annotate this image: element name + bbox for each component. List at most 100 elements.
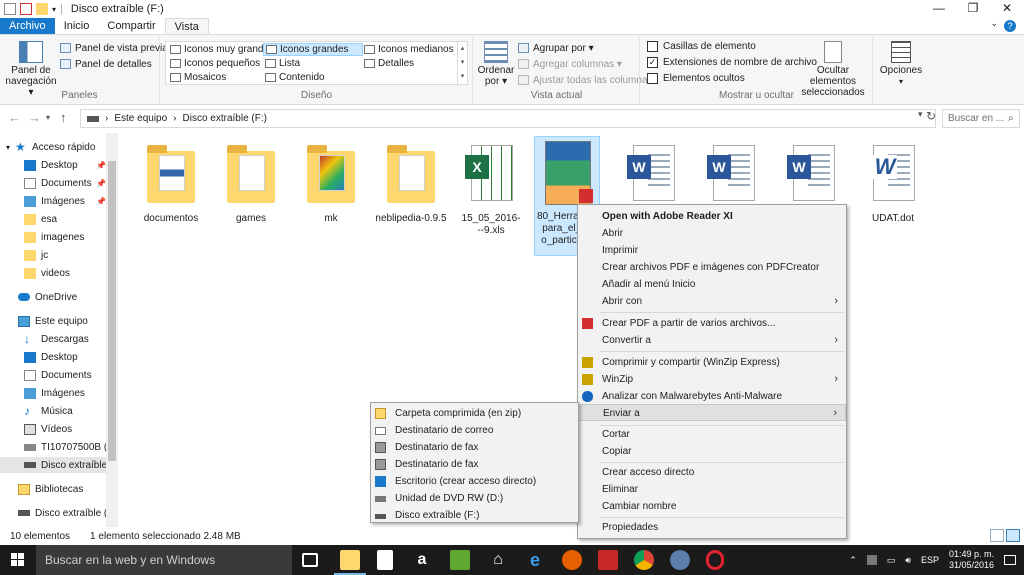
menu-cut[interactable]: Cortar <box>578 426 846 443</box>
firefox-icon[interactable] <box>562 550 582 570</box>
layout-list[interactable]: Lista <box>263 57 302 70</box>
maximize-button[interactable]: ❐ <box>956 0 990 18</box>
amazon-icon[interactable]: a <box>412 550 432 570</box>
menu-copy[interactable]: Copiar <box>578 443 846 460</box>
ribbon-collapse-icon[interactable]: ⌄ <box>990 18 998 29</box>
close-button[interactable]: ✕ <box>990 0 1024 18</box>
file-item[interactable]: documentos <box>132 139 210 225</box>
layout-content[interactable]: Contenido <box>263 71 327 84</box>
file-item[interactable]: W <box>774 139 852 213</box>
nav-desktop[interactable]: Desktop <box>0 349 112 365</box>
properties-icon[interactable] <box>4 3 16 15</box>
sendto-removable-drive[interactable]: Disco extraíble (F:) <box>371 507 578 524</box>
file-extensions-toggle[interactable]: ✓ Extensiones de nombre de archivo <box>647 57 817 68</box>
file-explorer-icon[interactable] <box>334 550 366 575</box>
menu-winzip-express[interactable]: Comprimir y compartir (WinZip Express) <box>578 354 846 371</box>
keyboard-language[interactable]: ESP <box>921 555 939 565</box>
sort-by-button[interactable]: Ordenar por ▾ <box>476 39 516 87</box>
opera-icon[interactable] <box>706 550 724 570</box>
file-item[interactable]: games <box>212 139 290 225</box>
nav-bibliotecas[interactable]: Bibliotecas <box>0 481 112 497</box>
nav-quick-access[interactable]: ▾ ★ Acceso rápido <box>0 139 112 155</box>
pdf-app-icon[interactable] <box>598 550 618 570</box>
nav-imagenes[interactable]: Imágenes <box>0 385 112 401</box>
address-bar[interactable]: › Este equipo › Disco extraíble (F:) <box>80 109 936 128</box>
layout-gallery-scroll[interactable]: ▴ ▾ ▾ <box>457 42 467 84</box>
edge-icon[interactable]: e <box>525 550 545 570</box>
menu-delete[interactable]: Eliminar <box>578 481 846 498</box>
hidden-items-toggle[interactable]: Elementos ocultos <box>647 73 745 84</box>
tab-inicio[interactable]: Inicio <box>55 18 99 34</box>
task-view-icon[interactable] <box>302 553 318 567</box>
address-dropdown-icon[interactable]: ▾ <box>918 109 923 120</box>
nav-musica[interactable]: ♪ Música <box>0 403 112 419</box>
nav-quick-imagenes[interactable]: Imágenes 📌 <box>0 193 112 209</box>
store-icon[interactable] <box>377 550 393 570</box>
details-pane-button[interactable]: Panel de detalles <box>60 57 152 71</box>
help-icon[interactable]: ? <box>1004 20 1016 32</box>
nav-onedrive[interactable]: OneDrive <box>0 289 112 305</box>
layout-extra-large-icons[interactable]: Iconos muy grandes <box>168 43 276 56</box>
menu-pdfcreator[interactable]: Crear archivos PDF e imágenes con PDFCre… <box>578 259 846 276</box>
tab-archivo[interactable]: Archivo <box>0 18 55 34</box>
menu-open-with[interactable]: Abrir con › <box>578 293 846 310</box>
volume-icon[interactable]: 🔊︎ <box>905 555 911 566</box>
sendto-zip-folder[interactable]: Carpeta comprimida (en zip) <box>371 405 578 422</box>
file-item[interactable]: W <box>694 139 772 213</box>
layout-large-icons[interactable]: Iconos grandes <box>263 43 363 56</box>
nav-quick-jc[interactable]: jc <box>0 247 112 263</box>
file-item[interactable]: X 15_05_2016---9.xls <box>452 139 530 237</box>
app-icon[interactable] <box>670 550 690 570</box>
quick-access-dropdown-icon[interactable]: ▾ <box>52 5 56 14</box>
nav-videos[interactable]: Vídeos <box>0 421 112 437</box>
add-columns-button[interactable]: Agregar columnas ▾ <box>518 57 622 71</box>
up-button[interactable]: ↑ <box>60 110 67 125</box>
preview-pane-button[interactable]: Panel de vista previa <box>60 41 168 55</box>
nav-documents[interactable]: Documents <box>0 367 112 383</box>
file-item[interactable]: mk <box>292 139 370 225</box>
scrollbar-thumb[interactable] <box>108 161 116 461</box>
layout-tiles[interactable]: Mosaicos <box>168 71 228 84</box>
network-icon[interactable]: ▭ <box>887 555 896 566</box>
group-by-button[interactable]: Agrupar por ▾ <box>518 41 594 55</box>
layout-small-icons[interactable]: Iconos pequeños <box>168 57 262 70</box>
nav-descargas[interactable]: ↓ Descargas <box>0 331 112 347</box>
breadcrumb-disco-extraible[interactable]: Disco extraíble (F:) <box>183 113 267 124</box>
menu-create-shortcut[interactable]: Crear acceso directo <box>578 464 846 481</box>
options-button[interactable]: Opciones ▾ <box>878 39 924 87</box>
nav-quick-videos[interactable]: videos <box>0 265 112 281</box>
menu-open-adobe-reader[interactable]: Open with Adobe Reader XI <box>578 208 846 225</box>
forward-button[interactable]: → <box>28 110 41 125</box>
layout-medium-icons[interactable]: Iconos medianos <box>362 43 456 56</box>
menu-malwarebytes[interactable]: Analizar con Malwarebytes Anti-Malware <box>578 388 846 405</box>
recent-dropdown-icon[interactable]: ▾ <box>46 113 50 122</box>
minimize-button[interactable]: — <box>922 0 956 18</box>
nav-quick-esa[interactable]: esa <box>0 211 112 227</box>
refresh-icon[interactable]: ↻ <box>926 109 936 123</box>
nav-quick-documents[interactable]: Documents 📌 <box>0 175 112 191</box>
start-button[interactable] <box>0 545 36 575</box>
nav-drive-c[interactable]: TI10707500B (C:) <box>0 439 118 455</box>
item-checkboxes-toggle[interactable]: Casillas de elemento <box>647 41 756 52</box>
details-view-button[interactable] <box>990 529 1004 542</box>
winzip-taskbar-icon[interactable] <box>450 550 470 570</box>
nav-scrollbar[interactable] <box>106 133 118 527</box>
tab-compartir[interactable]: Compartir <box>98 18 164 34</box>
menu-add-to-start[interactable]: Añadir al menú Inicio <box>578 276 846 293</box>
sendto-fax-1[interactable]: Destinatario de fax <box>371 439 578 456</box>
nav-quick-imagenes-folder[interactable]: imagenes <box>0 229 112 245</box>
tray-chevron-up-icon[interactable]: ⌃ <box>849 555 857 566</box>
menu-convert-to[interactable]: Convertir a › <box>578 332 846 349</box>
menu-send-to[interactable]: Enviar a › <box>578 404 846 421</box>
nav-quick-desktop[interactable]: Desktop 📌 <box>0 157 112 173</box>
file-item[interactable]: W <box>614 139 692 213</box>
menu-winzip[interactable]: WinZip › <box>578 371 846 388</box>
checklist-icon[interactable] <box>20 3 32 15</box>
fit-columns-button[interactable]: Ajustar todas las columnas <box>518 73 653 87</box>
file-item[interactable]: neblipedia-0.9.5 <box>372 139 450 225</box>
sendto-dvd-drive[interactable]: Unidad de DVD RW (D:) <box>371 490 578 507</box>
menu-print[interactable]: Imprimir <box>578 242 846 259</box>
chrome-icon[interactable] <box>634 550 654 570</box>
clock[interactable]: 01:49 p. m. 31/05/2016 <box>949 549 994 571</box>
nav-disco-extraible[interactable]: Disco extraíble (F:) <box>0 505 118 521</box>
